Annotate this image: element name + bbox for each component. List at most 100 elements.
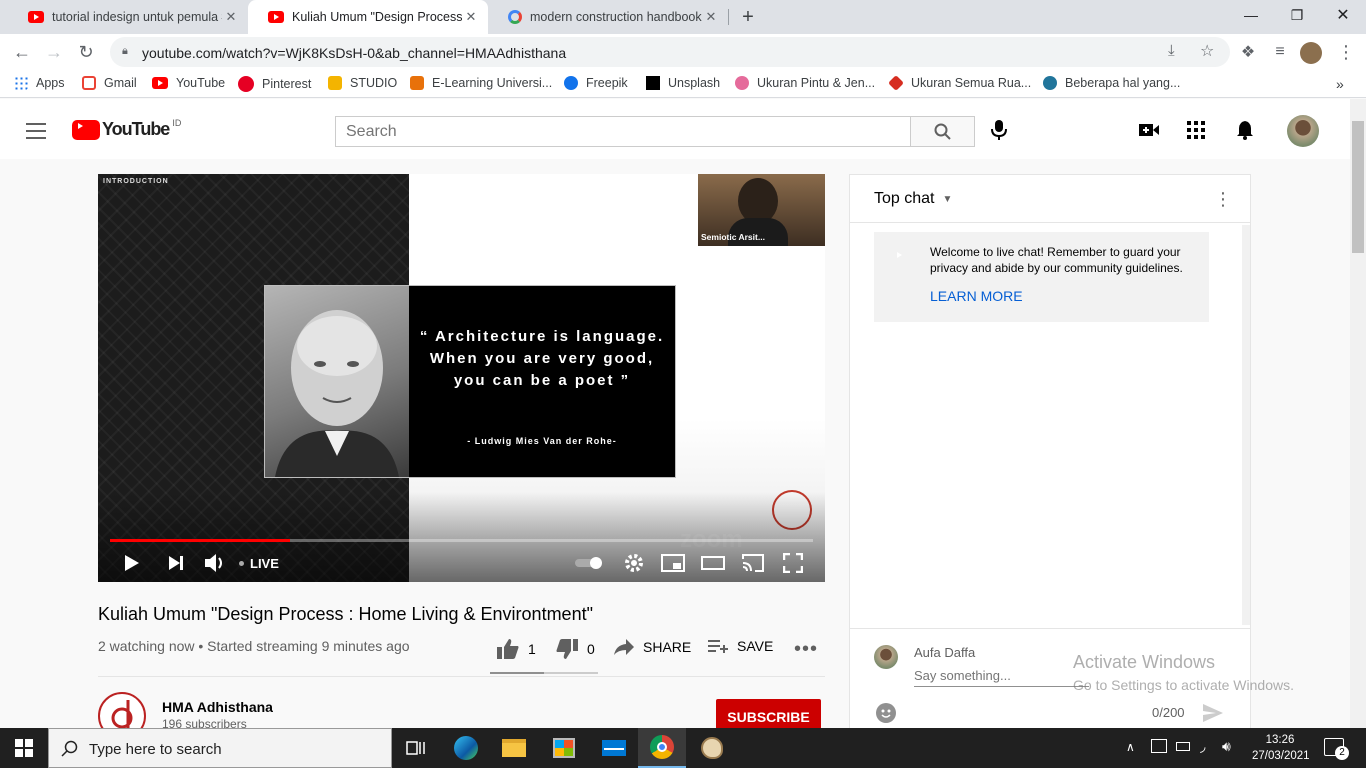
- create-video-icon[interactable]: [1138, 122, 1160, 143]
- more-actions-icon[interactable]: •••: [794, 638, 818, 661]
- chat-mode-dropdown[interactable]: Top chat ▼: [874, 190, 952, 208]
- forward-icon[interactable]: →: [40, 40, 68, 64]
- live-label: LIVE: [250, 555, 279, 571]
- bookmark-youtube[interactable]: YouTube: [152, 76, 225, 90]
- live-indicator[interactable]: LIVE: [239, 550, 279, 576]
- show-hidden-icons-icon[interactable]: ∧: [1126, 740, 1135, 754]
- char-count: 0/200: [1152, 705, 1185, 720]
- page-scrollbar-thumb[interactable]: [1352, 121, 1364, 253]
- action-center-icon[interactable]: 2: [1324, 738, 1349, 760]
- microphone-icon[interactable]: [990, 119, 1008, 146]
- extensions-icon[interactable]: ❖: [1234, 40, 1262, 64]
- video-player[interactable]: INTRODUCTION “ Architecture is language.…: [98, 174, 825, 582]
- bookmark-label: Freepik: [586, 76, 628, 90]
- hamburger-menu-icon[interactable]: [26, 123, 46, 139]
- taskbar-search[interactable]: Type here to search: [48, 728, 392, 768]
- chrome-icon[interactable]: [638, 728, 686, 768]
- wifi-icon[interactable]: ◞: [1200, 738, 1205, 755]
- install-app-icon[interactable]: ⤓: [1168, 42, 1175, 59]
- chrome-menu-icon[interactable]: ⋮: [1332, 40, 1360, 64]
- reload-icon[interactable]: ↻: [72, 40, 100, 64]
- tab-tutorial-indesign[interactable]: tutorial indesign untuk pemula # ✕: [8, 0, 248, 34]
- volume-icon[interactable]: [202, 550, 228, 576]
- bookmark-unsplash[interactable]: Unsplash: [646, 76, 720, 90]
- chat-scrollbar[interactable]: [1242, 225, 1250, 625]
- close-tab-icon[interactable]: ✕: [222, 9, 240, 25]
- tab-construction-handbook[interactable]: modern construction handbook - ✕: [488, 0, 728, 34]
- like-button[interactable]: 1: [496, 638, 536, 660]
- tab-separator: [728, 9, 729, 25]
- bookmark-elearning[interactable]: E-Learning Universi...: [410, 76, 552, 90]
- close-tab-icon[interactable]: ✕: [702, 9, 720, 25]
- tab-title: Kuliah Umum "Design Process : H: [292, 10, 462, 24]
- battery-icon[interactable]: [1176, 742, 1190, 751]
- tab-kuliah-umum[interactable]: Kuliah Umum "Design Process : H ✕: [248, 0, 488, 34]
- youtube-favicon-icon: [28, 11, 44, 23]
- minimize-icon[interactable]: ―: [1228, 0, 1274, 30]
- account-avatar[interactable]: [1287, 115, 1319, 147]
- bookmark-studio[interactable]: STUDIO: [328, 76, 397, 90]
- miniplayer-icon[interactable]: [660, 550, 686, 576]
- cast-icon[interactable]: [740, 550, 766, 576]
- bookmark-ukuran-pintu[interactable]: Ukuran Pintu & Jen...: [735, 76, 875, 90]
- notifications-bell-icon[interactable]: [1236, 120, 1254, 145]
- media-control-icon[interactable]: ≡: [1266, 40, 1294, 64]
- autoplay-toggle[interactable]: [574, 550, 604, 576]
- chat-menu-icon[interactable]: ⋮: [1214, 189, 1232, 210]
- lock-icon[interactable]: 🔒︎: [122, 45, 128, 58]
- search-box[interactable]: [335, 116, 911, 147]
- progress-bar-fill: [110, 539, 290, 542]
- chat-message-input[interactable]: [914, 665, 1089, 687]
- fullscreen-icon[interactable]: [780, 550, 806, 576]
- play-icon[interactable]: [120, 550, 144, 576]
- meet-now-icon[interactable]: [1151, 739, 1167, 753]
- bookmark-beberapa-hal[interactable]: Beberapa hal yang...: [1043, 76, 1180, 90]
- microsoft-store-icon[interactable]: [540, 728, 588, 768]
- close-tab-icon[interactable]: ✕: [462, 9, 480, 25]
- send-icon[interactable]: [1202, 703, 1224, 728]
- youtube-icon: [152, 77, 168, 89]
- taskbar-clock[interactable]: 13:26 27/03/2021: [1252, 732, 1310, 764]
- edge-browser-icon[interactable]: [442, 728, 490, 768]
- paint-app-icon[interactable]: [688, 728, 736, 768]
- channel-name[interactable]: HMA Adhisthana: [162, 699, 273, 715]
- youtube-logo[interactable]: YouTube ID: [72, 118, 181, 140]
- progress-bar[interactable]: [110, 539, 813, 542]
- bookmark-freepik[interactable]: Freepik: [564, 76, 628, 90]
- back-icon[interactable]: ←: [8, 40, 36, 64]
- ukuran-semua-icon: [888, 75, 904, 91]
- share-label: SHARE: [643, 639, 692, 655]
- settings-gear-icon[interactable]: [622, 550, 646, 576]
- next-icon[interactable]: [164, 550, 188, 576]
- windows-start-icon[interactable]: [0, 728, 48, 768]
- theater-mode-icon[interactable]: [700, 550, 726, 576]
- divider: [98, 676, 825, 677]
- new-tab-icon[interactable]: +: [736, 6, 760, 28]
- mail-icon[interactable]: [590, 728, 638, 768]
- freepik-icon: [564, 76, 578, 90]
- share-button[interactable]: SHARE: [613, 638, 691, 656]
- playlist-add-icon: [708, 640, 728, 653]
- restore-icon[interactable]: ❐: [1274, 0, 1320, 30]
- profile-avatar[interactable]: [1300, 42, 1322, 64]
- close-window-icon[interactable]: ✕: [1320, 0, 1366, 30]
- task-view-icon[interactable]: [392, 728, 440, 768]
- bookmark-star-icon[interactable]: ☆: [1200, 41, 1214, 61]
- bookmark-pinterest[interactable]: Pinterest: [238, 76, 311, 92]
- search-button[interactable]: [910, 116, 975, 147]
- learn-more-link[interactable]: LEARN MORE: [930, 288, 1023, 304]
- page-scrollbar[interactable]: [1350, 99, 1366, 728]
- quote-text: “ Architecture is language. When you are…: [419, 328, 665, 389]
- save-button[interactable]: SAVE: [707, 638, 773, 654]
- bookmark-apps[interactable]: Apps: [14, 76, 65, 90]
- file-explorer-icon[interactable]: [490, 728, 538, 768]
- apps-grid-icon[interactable]: [1187, 121, 1205, 144]
- bookmark-gmail[interactable]: Gmail: [82, 76, 137, 90]
- more-bookmarks-icon[interactable]: »: [1336, 76, 1344, 92]
- dislike-button[interactable]: 0: [555, 638, 595, 660]
- address-bar[interactable]: 🔒︎ youtube.com/watch?v=WjK8KsDsH-0&ab_ch…: [110, 37, 1230, 67]
- emoji-icon[interactable]: [876, 703, 896, 723]
- volume-icon[interactable]: 🔊︎: [1222, 738, 1231, 755]
- search-input[interactable]: [336, 117, 910, 146]
- bookmark-ukuran-semua[interactable]: Ukuran Semua Rua...: [888, 75, 1031, 91]
